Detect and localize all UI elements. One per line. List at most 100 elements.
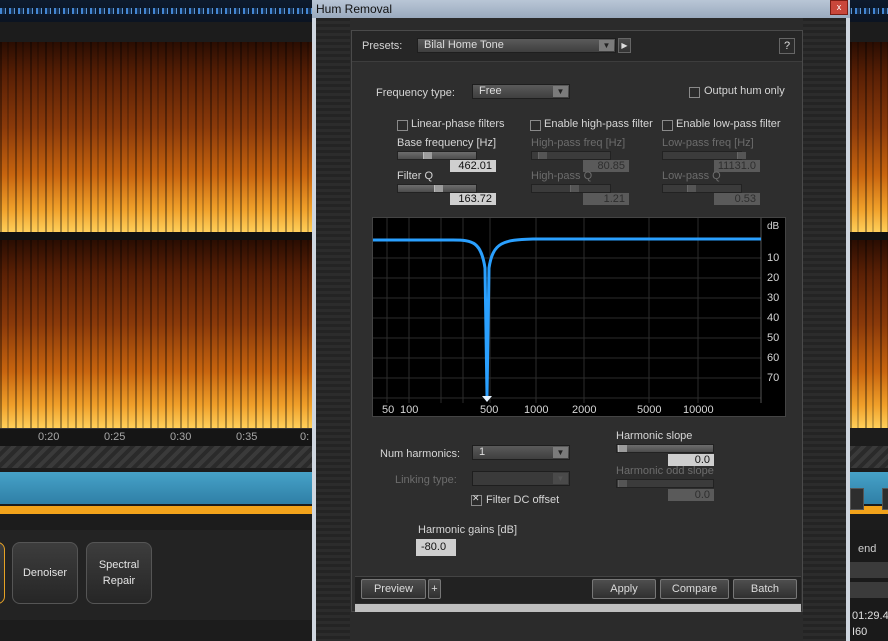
output-hum-only-checkbox[interactable] — [689, 87, 700, 98]
high-pass-freq-slider[interactable] — [531, 151, 611, 160]
denoiser-button[interactable]: Denoiser — [12, 542, 78, 604]
low-pass-freq-label: Low-pass freq [Hz] — [662, 137, 754, 149]
help-button[interactable]: ? — [779, 38, 795, 54]
harmonic-odd-slope-slider[interactable] — [616, 479, 714, 488]
slider-knob[interactable] — [687, 185, 696, 192]
slider-knob[interactable] — [618, 445, 627, 452]
y-tick-label: 40 — [767, 312, 780, 324]
timeline-tick: 0:20 — [38, 431, 60, 443]
presets-label: Presets: — [362, 40, 403, 52]
chevron-down-icon: ▼ — [553, 86, 568, 97]
num-harmonics-value: 1 — [479, 446, 486, 458]
progress-bar — [355, 604, 801, 612]
dialog-side-texture — [316, 18, 350, 641]
window-title-bar[interactable] — [312, 0, 850, 18]
filter-q-value[interactable]: 163.72 — [450, 193, 496, 205]
close-icon: x — [836, 2, 842, 12]
apply-button[interactable]: Apply — [592, 579, 656, 599]
spectral-repair-label-line1: Spectral — [98, 559, 140, 571]
frequency-type-label: Frequency type: — [376, 87, 455, 99]
high-pass-q-value[interactable]: 1.21 — [583, 193, 629, 205]
slider-knob[interactable] — [538, 152, 547, 159]
timeline-ruler[interactable]: 0:20 0:25 0:30 0:35 0: — [0, 428, 312, 447]
frequency-type-dropdown[interactable]: Free ▼ — [472, 84, 570, 99]
high-pass-label: Enable high-pass filter — [544, 118, 653, 130]
linear-phase-label: Linear-phase filters — [411, 118, 505, 130]
output-hum-only-label: Output hum only — [704, 85, 785, 97]
overview-scroll-track[interactable] — [0, 446, 312, 468]
harmonic-slope-label: Harmonic slope — [616, 430, 693, 442]
spectral-repair-label-line2: Repair — [102, 575, 136, 587]
base-frequency-slider[interactable] — [397, 151, 477, 160]
spectrogram-channel-1[interactable] — [0, 42, 312, 232]
chevron-down-icon: ▼ — [553, 473, 568, 484]
presets-dropdown[interactable]: Bilal Home Tone ▼ — [417, 38, 616, 53]
slider-knob[interactable] — [570, 185, 579, 192]
base-frequency-value[interactable]: 462.01 — [450, 160, 496, 172]
low-pass-checkbox[interactable] — [662, 120, 673, 131]
slider-knob[interactable] — [423, 152, 432, 159]
linking-type-dropdown[interactable]: ▼ — [472, 471, 570, 486]
low-pass-label: Enable low-pass filter — [676, 118, 781, 130]
y-tick-label: 30 — [767, 292, 780, 304]
y-tick-label: 20 — [767, 272, 780, 284]
x-tick-label: 5000 — [637, 404, 662, 416]
high-pass-q-slider[interactable] — [531, 184, 611, 193]
presets-menu-button[interactable]: ▶ — [618, 38, 631, 53]
x-tick-label: 100 — [400, 404, 419, 416]
filter-dc-offset-label: Filter DC offset — [486, 494, 560, 506]
filter-dc-offset-checkbox[interactable] — [471, 493, 482, 506]
selection-length-field[interactable] — [850, 582, 888, 598]
slider-knob[interactable] — [737, 152, 746, 159]
spectrogram-channel-2[interactable] — [0, 240, 312, 428]
high-pass-checkbox[interactable] — [530, 120, 541, 131]
high-pass-freq-label: High-pass freq [Hz] — [531, 137, 626, 149]
chevron-down-icon: ▼ — [553, 447, 568, 458]
x-tick-label: 500 — [480, 404, 499, 416]
module-button-previous[interactable] — [0, 542, 5, 604]
overview-scroll-track-right[interactable] — [850, 446, 888, 468]
time-readout: 01:29.4 — [852, 610, 888, 622]
preview-button[interactable]: Preview — [361, 579, 426, 599]
y-tick-label: 50 — [767, 332, 780, 344]
low-pass-q-slider[interactable] — [662, 184, 742, 193]
base-frequency-label: Base frequency [Hz] — [397, 137, 497, 149]
spectral-repair-button[interactable]: Spectral Repair — [86, 542, 152, 604]
harmonic-slope-slider[interactable] — [616, 444, 714, 453]
timeline-tick: 0: — [300, 431, 310, 443]
denoiser-label: Denoiser — [22, 567, 68, 579]
add-preview-button[interactable]: + — [428, 579, 441, 599]
timeline-tick: 0:25 — [104, 431, 126, 443]
slider-knob[interactable] — [434, 185, 443, 192]
harmonic-odd-slope-value[interactable]: 0.0 — [668, 489, 714, 501]
spectrogram-channel-1-right[interactable] — [850, 42, 888, 232]
low-pass-freq-slider[interactable] — [662, 151, 746, 160]
high-pass-q-label: High-pass Q — [531, 170, 593, 182]
x-tick-label: 50 — [382, 404, 395, 416]
overview-waveform[interactable] — [0, 472, 312, 504]
spectrogram-channel-2-right[interactable] — [850, 240, 888, 428]
timeline-tick: 0:30 — [170, 431, 192, 443]
y-tick-label: 70 — [767, 372, 780, 384]
harmonic-gain-field[interactable]: -80.0 — [416, 539, 456, 556]
num-harmonics-dropdown[interactable]: 1 ▼ — [472, 445, 570, 460]
help-icon: ? — [783, 40, 791, 52]
low-pass-q-label: Low-pass Q — [662, 170, 721, 182]
slider-knob[interactable] — [618, 480, 627, 487]
selection-bar[interactable] — [0, 506, 312, 514]
frequency-response-graph[interactable]: dB 10 20 30 40 50 60 70 50 100 500 1000 … — [372, 217, 786, 417]
filter-q-slider[interactable] — [397, 184, 477, 193]
transport-button[interactable] — [882, 488, 888, 510]
value-readout: I60 — [852, 626, 868, 638]
selection-end-label: end — [858, 543, 877, 555]
harmonic-gains-label: Harmonic gains [dB] — [418, 524, 518, 536]
selection-end-field[interactable] — [850, 562, 888, 578]
linear-phase-checkbox[interactable] — [397, 120, 408, 131]
harmonic-odd-slope-label: Harmonic odd slope — [616, 465, 714, 477]
transport-button[interactable] — [850, 488, 864, 510]
batch-button[interactable]: Batch — [733, 579, 797, 599]
compare-button[interactable]: Compare — [660, 579, 729, 599]
close-button[interactable]: x — [830, 0, 848, 15]
linking-type-label: Linking type: — [395, 474, 457, 486]
low-pass-q-value[interactable]: 0.53 — [714, 193, 760, 205]
